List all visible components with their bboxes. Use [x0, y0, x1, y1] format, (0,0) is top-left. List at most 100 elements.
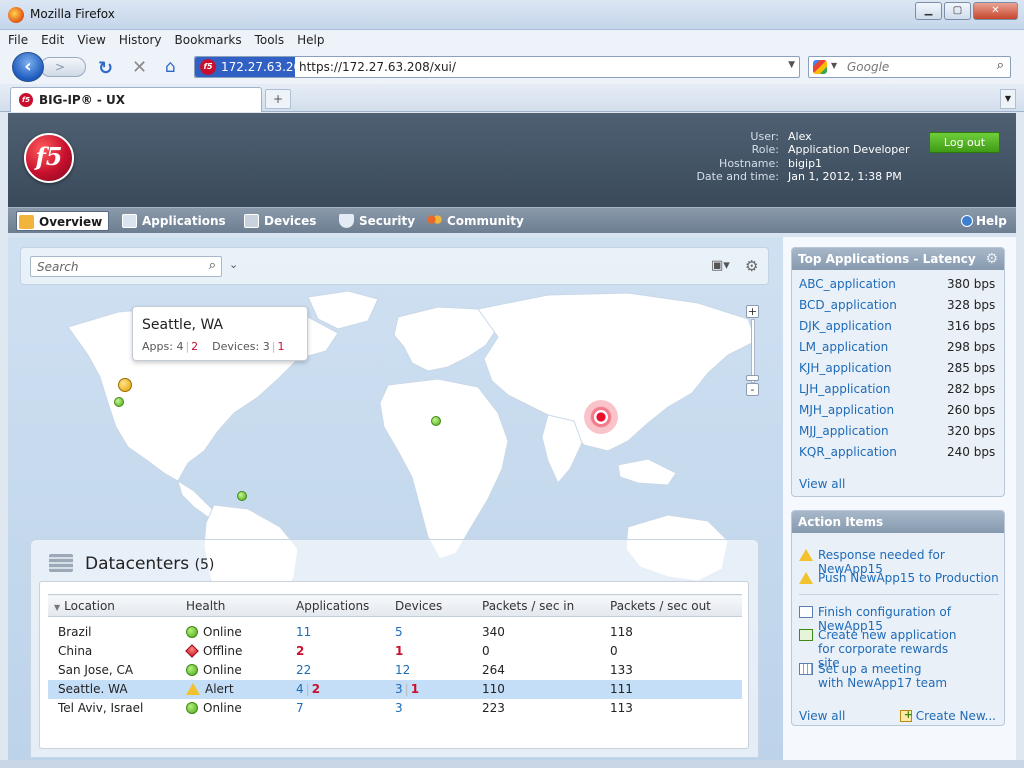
- menu-tools[interactable]: Tools: [255, 30, 285, 50]
- user-label: User:: [750, 130, 779, 143]
- column-devices[interactable]: Devices: [395, 594, 482, 617]
- tel-aviv-marker[interactable]: [431, 416, 441, 426]
- home-icon[interactable]: ⌂: [165, 57, 176, 77]
- column-packets-in[interactable]: Packets / sec in: [482, 594, 610, 617]
- row-devices[interactable]: 5: [395, 623, 482, 642]
- search-icon[interactable]: ⌕: [209, 258, 216, 273]
- nav-community[interactable]: Community: [425, 211, 524, 231]
- new-tab-button[interactable]: +: [265, 89, 291, 109]
- row-apps[interactable]: 7: [296, 699, 395, 718]
- maximize-button[interactable]: ▢: [944, 2, 971, 20]
- browser-search-input[interactable]: ▼ Google ⌕: [808, 56, 1011, 78]
- row-devices[interactable]: 12: [395, 661, 482, 680]
- menu-file[interactable]: File: [8, 30, 28, 50]
- logout-button[interactable]: Log out: [929, 132, 1000, 153]
- menu-history[interactable]: History: [119, 30, 162, 50]
- nav-applications[interactable]: Applications: [120, 211, 226, 231]
- zoom-out-button[interactable]: -: [746, 383, 759, 396]
- gear-icon[interactable]: ⚙: [985, 248, 998, 270]
- nav-security[interactable]: Security: [337, 211, 415, 231]
- map-zoom-control[interactable]: + -: [746, 305, 760, 398]
- row-location: China: [58, 644, 93, 658]
- app-link[interactable]: KQR_application: [799, 445, 947, 466]
- chevron-down-icon[interactable]: ▼: [788, 60, 795, 70]
- top-applications-header: Top Applications - Latency ⚙: [792, 248, 1004, 270]
- column-applications[interactable]: Applications: [296, 594, 395, 617]
- nav-devices[interactable]: Devices: [242, 211, 316, 231]
- row-apps[interactable]: 4 | 2: [296, 679, 395, 699]
- brazil-marker[interactable]: [237, 491, 247, 501]
- nav-overview[interactable]: Overview: [16, 211, 110, 231]
- row-apps[interactable]: 11: [296, 623, 395, 642]
- app-link[interactable]: KJH_application: [799, 361, 947, 382]
- menu-help[interactable]: Help: [297, 30, 324, 50]
- user-value: Alex: [788, 130, 812, 143]
- reload-icon[interactable]: ↻: [98, 58, 113, 79]
- table-row[interactable]: San Jose, CA Online 22 12 264 133: [48, 661, 742, 680]
- close-button[interactable]: ✕: [973, 2, 1018, 20]
- row-devices[interactable]: 1: [395, 642, 482, 661]
- row-location: Seattle. WA: [48, 679, 186, 699]
- app-link[interactable]: BCD_application: [799, 298, 947, 319]
- server-icon: [49, 554, 73, 572]
- action-items-view-all-link[interactable]: View all: [799, 709, 845, 723]
- gear-icon[interactable]: ⚙: [745, 257, 758, 275]
- tab-list-button[interactable]: ▼: [1000, 89, 1016, 109]
- map-search-input[interactable]: Search ⌕: [30, 256, 222, 277]
- column-packets-out[interactable]: Packets / sec out: [610, 594, 742, 617]
- google-icon[interactable]: [813, 60, 827, 74]
- popup-city: Seattle, WA: [142, 317, 224, 333]
- action-item[interactable]: Push NewApp15 to Production: [799, 571, 1004, 585]
- url-text[interactable]: https://172.27.63.208/xui/: [299, 57, 456, 77]
- forward-button[interactable]: >: [40, 57, 86, 77]
- site-identity-button[interactable]: f5 172.27.63.208: [195, 57, 309, 77]
- app-link[interactable]: LJH_application: [799, 382, 947, 403]
- app-link[interactable]: DJK_application: [799, 319, 947, 340]
- san-jose-marker[interactable]: [114, 397, 124, 407]
- row-devices[interactable]: 3 | 1: [395, 679, 482, 699]
- column-health[interactable]: Health: [186, 594, 296, 617]
- url-bar[interactable]: f5 172.27.63.208 https://172.27.63.208/xu…: [194, 56, 800, 78]
- table-row[interactable]: China Offline 2 1 0 0: [48, 642, 742, 661]
- search-icon[interactable]: ⌕: [997, 58, 1004, 73]
- app-link[interactable]: MJJ_application: [799, 424, 947, 445]
- table-row[interactable]: Tel Aviv, Israel Online 7 3 223 113: [48, 699, 742, 718]
- chevron-double-down-icon[interactable]: ⌄: [229, 258, 238, 271]
- table-row[interactable]: Brazil Online 11 5 340 118: [48, 623, 742, 642]
- chevron-down-icon[interactable]: ▼: [831, 61, 837, 70]
- edit-icon: [799, 629, 813, 641]
- seattle-marker[interactable]: [118, 378, 132, 392]
- menu-edit[interactable]: Edit: [41, 30, 64, 50]
- tab-title: BIG-IP® - UX: [39, 93, 126, 107]
- row-apps[interactable]: 22: [296, 661, 395, 680]
- app-link[interactable]: MJH_application: [799, 403, 947, 424]
- minimize-button[interactable]: ▁: [915, 2, 942, 20]
- action-item[interactable]: Set up a meeting with NewApp17 team: [799, 662, 949, 690]
- map-view-icon[interactable]: ▣▾: [711, 258, 730, 273]
- datacenters-title: Datacenters (5): [85, 554, 215, 574]
- app-link[interactable]: LM_application: [799, 340, 947, 361]
- column-location[interactable]: ▼ Location: [48, 594, 186, 617]
- world-map-area[interactable]: Search ⌕ ⌄ ▣▾ ⚙ + - Seattle, WA Apps: 4 |…: [8, 237, 783, 760]
- zoom-slider-thumb[interactable]: [746, 375, 759, 381]
- calendar-icon: [799, 663, 813, 675]
- row-devices[interactable]: 3: [395, 699, 482, 718]
- back-button[interactable]: ‹: [12, 52, 44, 82]
- china-marker[interactable]: [584, 400, 618, 434]
- menu-bookmarks[interactable]: Bookmarks: [175, 30, 242, 50]
- stop-icon[interactable]: ✕: [132, 57, 147, 78]
- row-apps[interactable]: 2: [296, 642, 395, 661]
- map-search-placeholder: Search: [37, 260, 79, 274]
- zoom-track[interactable]: [751, 319, 755, 383]
- create-new-link[interactable]: Create New...: [899, 708, 996, 723]
- help-link[interactable]: Help: [960, 211, 1007, 231]
- zoom-in-button[interactable]: +: [746, 305, 759, 318]
- row-packets-out: 113: [610, 701, 633, 715]
- tab-bigip[interactable]: f5 BIG-IP® - UX: [10, 87, 262, 112]
- table-row-selected[interactable]: Seattle. WA Alert 4 | 2 3 | 1 110 111: [48, 679, 742, 699]
- row-packets-in: 340: [482, 625, 505, 639]
- menu-view[interactable]: View: [77, 30, 105, 50]
- app-link[interactable]: ABC_application: [799, 277, 947, 298]
- top-apps-view-all-link[interactable]: View all: [799, 477, 845, 491]
- hostname-value: bigip1: [788, 156, 823, 170]
